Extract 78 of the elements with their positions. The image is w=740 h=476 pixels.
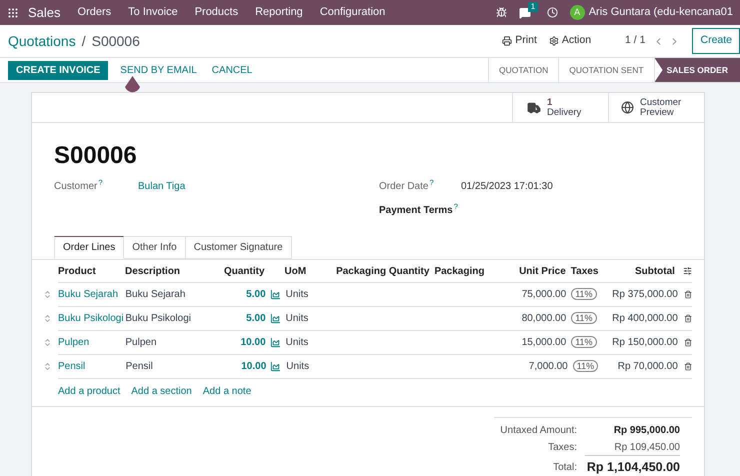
- column-header[interactable]: Quantity: [210, 264, 265, 278]
- action-link-button[interactable]: CANCEL: [206, 60, 258, 80]
- status-stage[interactable]: SALES ORDER: [654, 58, 740, 82]
- table-cell-text: Units: [286, 360, 310, 374]
- menu-item[interactable]: To Invoice: [128, 4, 178, 21]
- table-cell-text: 10.00: [240, 360, 266, 374]
- total-amount: Rp 1,104,450.00: [586, 459, 680, 476]
- table-cell-text: 5.00: [245, 312, 266, 326]
- create-invoice-button[interactable]: CREATE INVOICE: [8, 60, 108, 80]
- column-header[interactable]: UoM: [264, 264, 330, 278]
- table-cell-text: 75,000.00: [520, 288, 566, 302]
- tax-tag: 11%: [571, 336, 597, 348]
- field-label: Order Date$^{?}$: [379, 179, 435, 194]
- customer-preview-button[interactable]: Customer Preview: [608, 93, 704, 122]
- delivery-button[interactable]: 1 Delivery: [512, 93, 608, 122]
- table-cell-text: Buku Sejarah: [58, 288, 120, 302]
- table-cell-text: Rp 150,000.00: [612, 336, 678, 350]
- column-header[interactable]: Product: [58, 264, 126, 278]
- menu-item[interactable]: Products: [194, 4, 238, 21]
- untaxed-amount: Rp 995,000.00: [614, 424, 680, 438]
- table-cell-text: Units: [286, 336, 308, 350]
- table-cell-text: Buku Sejarah: [125, 288, 186, 302]
- table-cell-text: Pulpen: [58, 336, 90, 350]
- table-cell-text: Units: [286, 288, 308, 302]
- table-cell-text: Pensil: [58, 360, 86, 374]
- add-line-link[interactable]: Add a note: [202, 384, 252, 398]
- table-cell-text: 80,000.00: [520, 312, 566, 326]
- table-cell-text: 15,000.00: [520, 336, 566, 350]
- breadcrumb-current: S00006: [92, 32, 140, 50]
- table-cell-text: Pulpen: [125, 336, 158, 350]
- menu-item[interactable]: Reporting: [255, 4, 303, 21]
- table-cell-text: Rp 400,000.00: [612, 312, 678, 326]
- create-button[interactable]: Create: [692, 28, 740, 54]
- print-button[interactable]: Print: [502, 33, 537, 49]
- column-header[interactable]: Packaging Quantity: [330, 264, 430, 278]
- column-header[interactable]: Subtotal: [612, 264, 675, 278]
- table-cell-text: 7,000.00: [528, 360, 568, 374]
- user-name[interactable]: Aris Guntara (edu-kencana01: [588, 4, 733, 21]
- table-cell-text: Buku Psikologi: [58, 312, 125, 326]
- table-cell-text: Buku Psikologi: [125, 312, 192, 326]
- field-label: Payment Terms$^{?}$: [379, 203, 459, 218]
- menu-item[interactable]: Configuration: [320, 4, 386, 21]
- totals-label: Taxes:: [547, 441, 577, 455]
- field-label: Customer$^{?}$: [54, 179, 104, 194]
- message-count-badge: 1: [528, 2, 538, 12]
- column-header[interactable]: Unit Price: [511, 264, 566, 278]
- column-header[interactable]: Taxes: [566, 264, 612, 278]
- form-tab[interactable]: Customer Signature: [186, 236, 292, 259]
- table-cell-text: 10.00: [240, 336, 266, 350]
- customer-link[interactable]: Bulan Tiga: [138, 179, 186, 194]
- taxes-amount: Rp 109,450.00: [585, 440, 680, 456]
- table-cell-text: Units: [286, 312, 308, 326]
- add-line-link[interactable]: Add a product: [58, 384, 120, 398]
- tax-tag: 11%: [571, 312, 597, 324]
- tax-tag: 11%: [571, 288, 597, 300]
- add-line-link[interactable]: Add a section: [131, 384, 192, 398]
- action-link-button[interactable]: SEND BY EMAIL: [114, 60, 203, 80]
- column-header[interactable]: Packaging: [429, 264, 512, 278]
- status-stage[interactable]: QUOTATION: [489, 58, 560, 82]
- breadcrumb-separator: /: [82, 32, 86, 50]
- totals-label: Total:: [552, 460, 577, 475]
- table-cell-text: 5.00: [245, 288, 266, 302]
- pager: 1 / 1: [625, 33, 646, 48]
- status-stage[interactable]: QUOTATION SENT: [559, 58, 655, 82]
- totals-label: Untaxed Amount:: [499, 424, 577, 438]
- action-button[interactable]: Action: [548, 33, 592, 49]
- record-name: S00006: [54, 141, 138, 171]
- breadcrumb-link[interactable]: Quotations: [8, 30, 76, 52]
- table-cell-text: Rp 70,000.00: [616, 360, 678, 374]
- app-name[interactable]: Sales: [28, 2, 61, 22]
- table-cell-text: Pensil: [126, 360, 154, 374]
- table-cell-text: Rp 375,000.00: [612, 288, 678, 302]
- column-header[interactable]: Description: [125, 264, 210, 278]
- form-tab[interactable]: Other Info: [124, 236, 186, 259]
- tax-tag: 11%: [572, 360, 598, 372]
- menu-item[interactable]: Orders: [78, 4, 112, 21]
- form-tab[interactable]: Order Lines: [54, 236, 124, 259]
- order-date-value: 01/25/2023 17:01:30: [461, 180, 553, 194]
